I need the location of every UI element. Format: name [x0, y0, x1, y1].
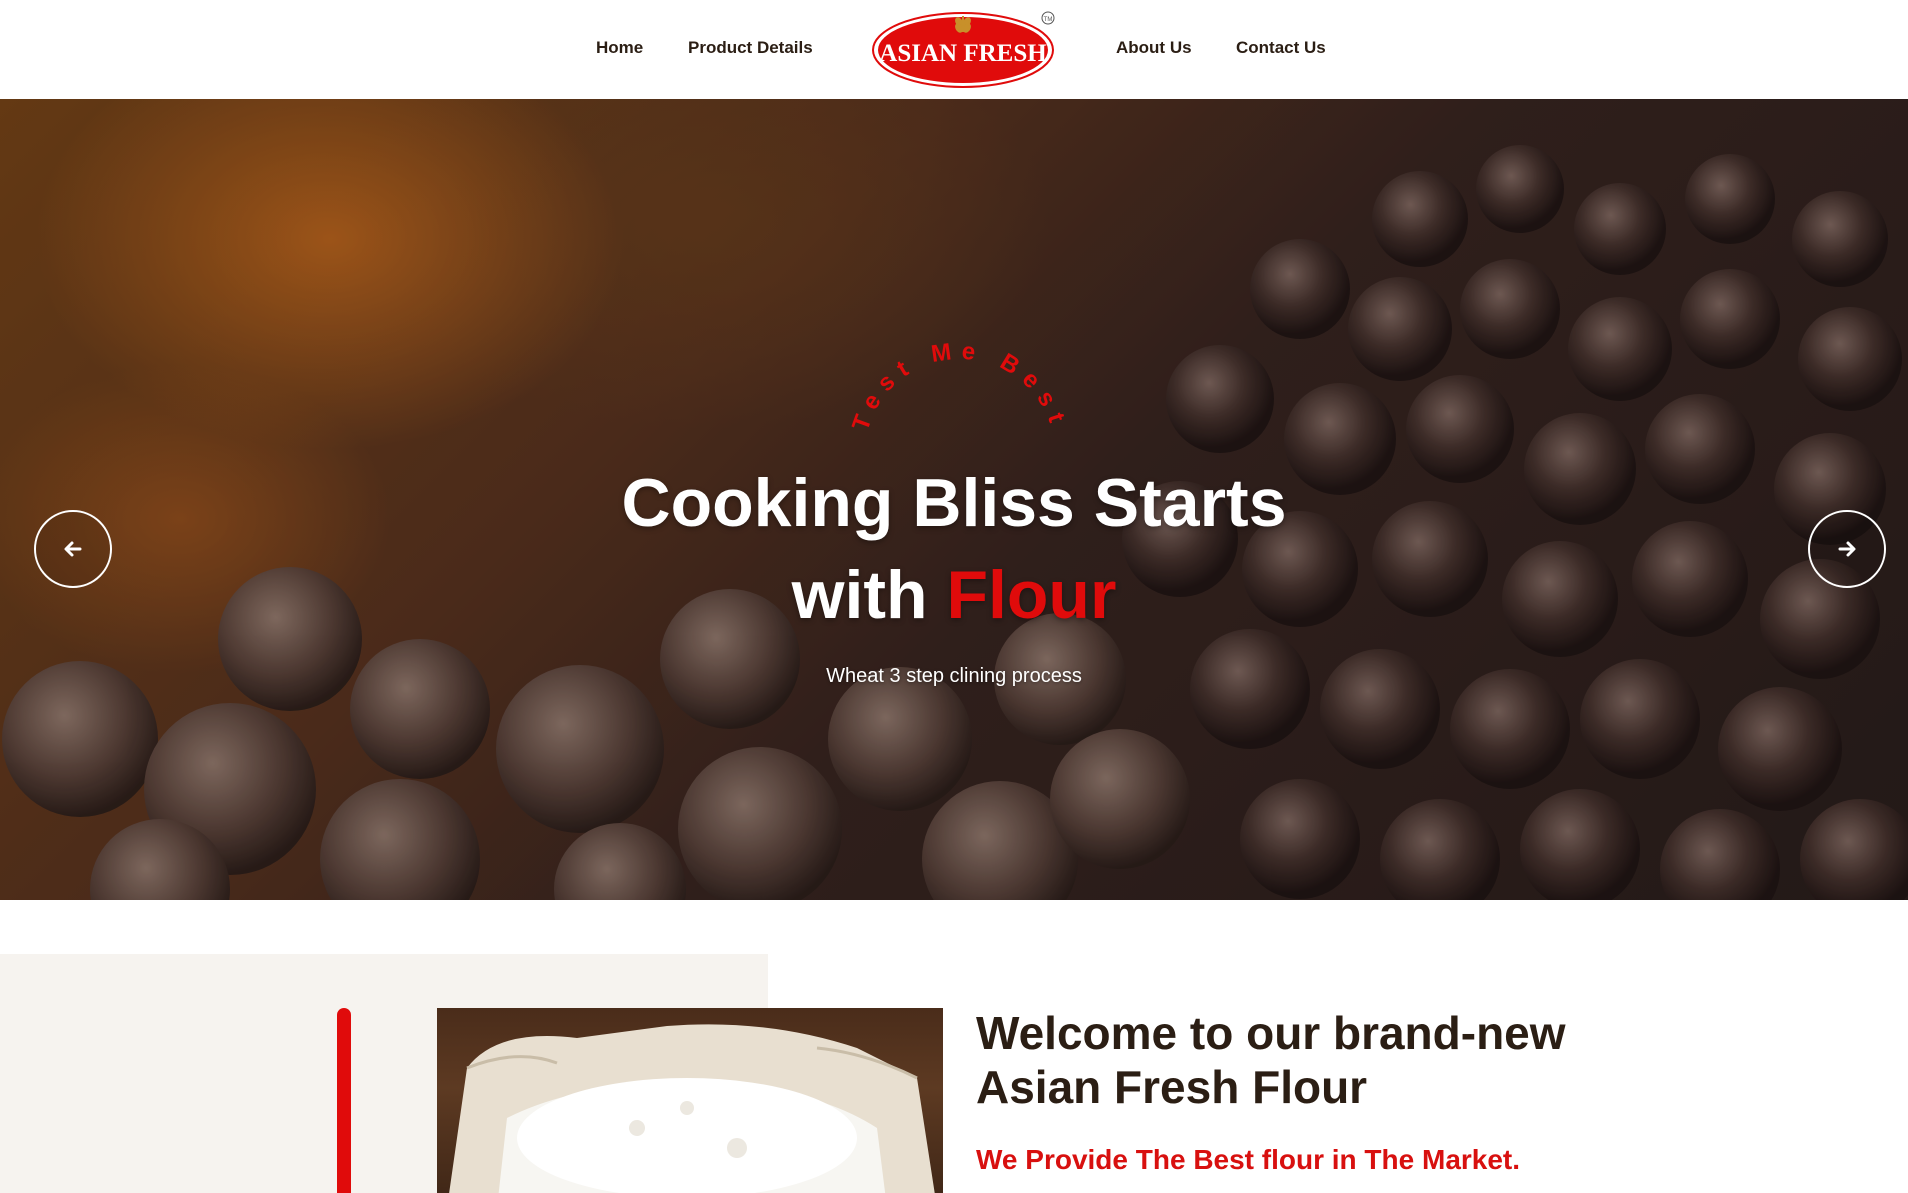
logo-emblem: ASIAN FRESH TM: [872, 11, 1055, 88]
welcome-title: Welcome to our brand-new Asian Fresh Flo…: [976, 1006, 1676, 1114]
nav-about-us-link[interactable]: About Us: [1116, 38, 1192, 58]
arrow-left-icon: [64, 541, 82, 557]
flour-sack-image: [437, 1008, 943, 1193]
slider-next-button[interactable]: [1808, 510, 1886, 588]
decorative-red-bar: [337, 1008, 351, 1193]
brand-logo[interactable]: ASIAN FRESH TM: [870, 8, 1060, 90]
trademark-mark: TM: [1044, 17, 1053, 23]
slider-prev-button[interactable]: [34, 510, 112, 588]
nav-product-details-link[interactable]: Product Details: [688, 38, 813, 58]
welcome-subtitle: We Provide The Best flour in The Market.: [976, 1144, 1521, 1175]
wheat-icon: [955, 16, 971, 33]
hero-tagline-arc: Test Me Best: [847, 337, 1073, 434]
svg-text:Test Me Best: Test Me Best: [847, 337, 1073, 434]
arrow-right-icon: [1838, 541, 1856, 557]
nav-home-link[interactable]: Home: [596, 38, 643, 58]
hero-slider: Test Me Best Cooking Bliss Starts with F…: [0, 99, 1908, 900]
logo-text: ASIAN FRESH: [879, 40, 1047, 67]
hero-tagline: Test Me Best: [847, 337, 1064, 434]
site-header: Home Product Details ASIAN FRESH TM Abou…: [0, 0, 1908, 99]
welcome-title-line1: Welcome to our brand-new: [976, 1007, 1566, 1059]
hero-title: Cooking Bliss Starts with Flour: [454, 457, 1454, 641]
hero-title-line1: Cooking Bliss Starts: [621, 465, 1287, 541]
hero-title-accent: Flour: [946, 557, 1117, 633]
hero-subtitle: Wheat 3 step clining process: [826, 665, 1082, 687]
welcome-title-line2: Asian Fresh Flour: [976, 1061, 1368, 1113]
hero-title-line2-prefix: with: [791, 557, 947, 633]
nav-contact-us-link[interactable]: Contact Us: [1236, 38, 1326, 58]
